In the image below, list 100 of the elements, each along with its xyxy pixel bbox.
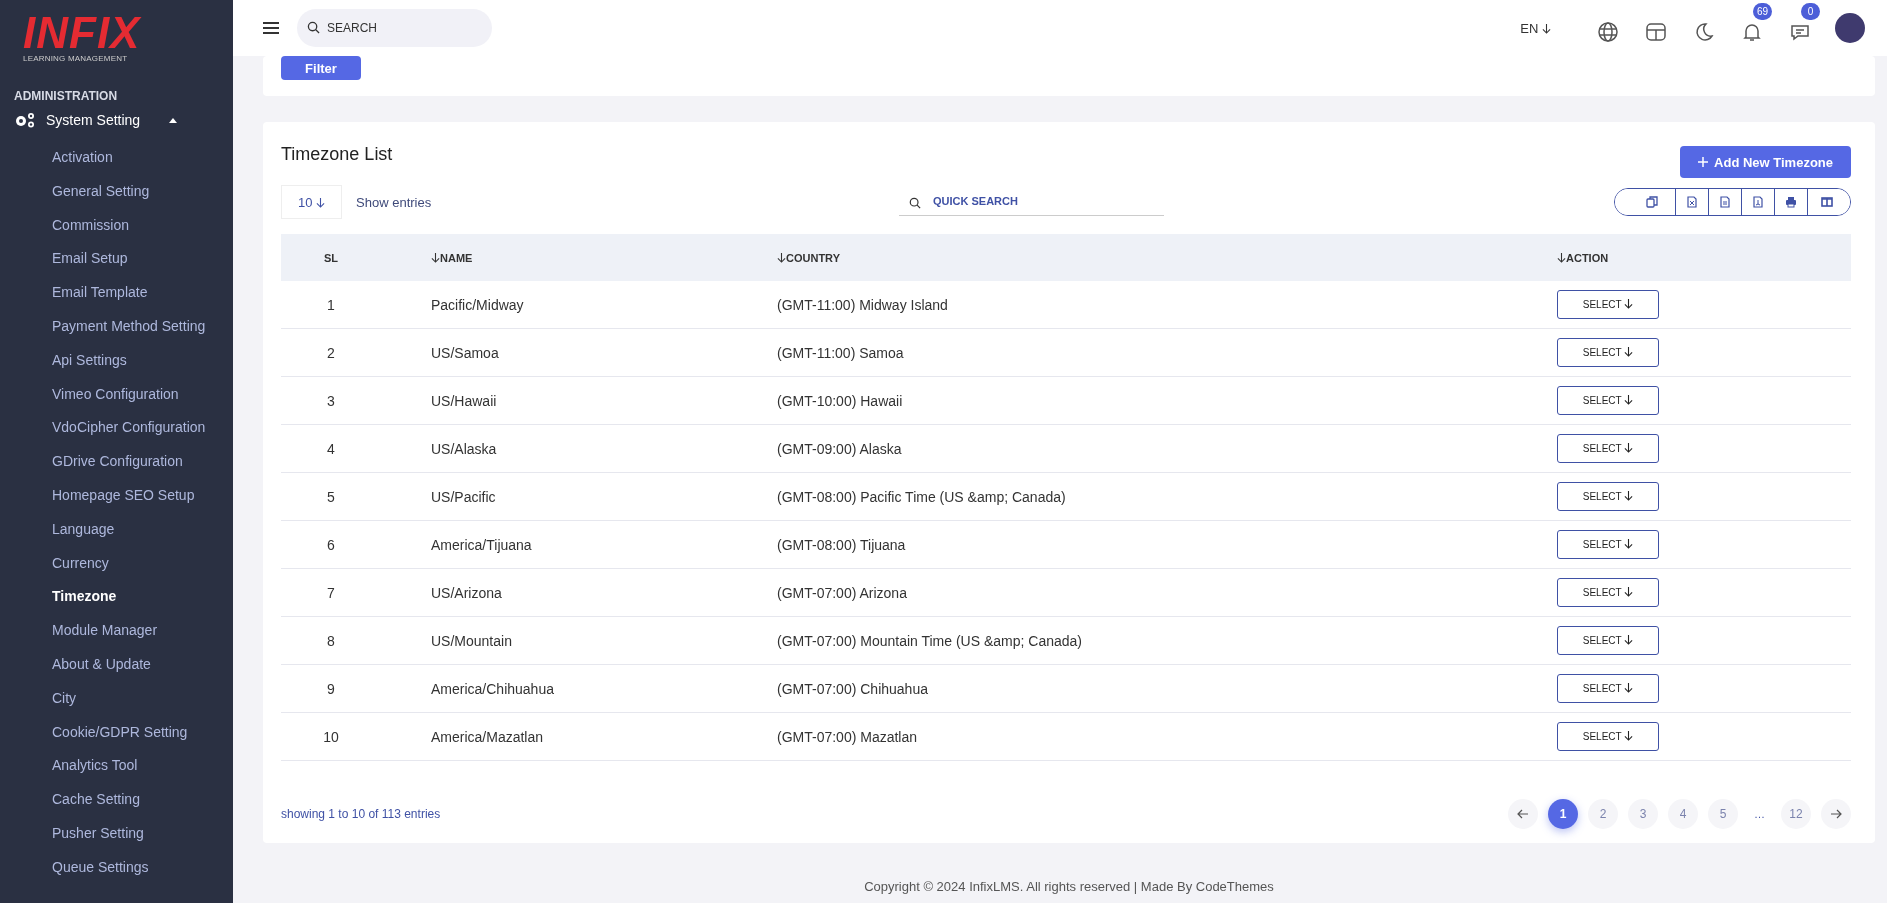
table-cell: (GMT-07:00) Mazatlan [776,712,1556,761]
columns-export-button[interactable] [1807,189,1850,215]
language-selector[interactable]: EN [1514,19,1557,37]
page-button[interactable]: 4 [1668,799,1698,829]
sidebar-item[interactable]: Timezone [0,580,233,615]
globe-button[interactable] [1597,21,1619,43]
column-header[interactable]: NAME [381,234,776,281]
select-dropdown[interactable]: SELECT [1557,578,1659,607]
select-dropdown[interactable]: SELECT [1557,626,1659,655]
file-icon [1719,196,1731,208]
select-dropdown[interactable]: SELECT [1557,290,1659,319]
table-cell: 5 [281,472,381,521]
select-dropdown[interactable]: SELECT [1557,434,1659,463]
select-dropdown[interactable]: SELECT [1557,338,1659,367]
table-cell: America/Chihuahua [381,664,776,713]
sidebar-item[interactable]: Analytics Tool [0,749,233,784]
search-field[interactable]: SEARCH [297,9,492,47]
count-badge: 0 [1801,3,1820,20]
select-dropdown[interactable]: SELECT [1557,482,1659,511]
arrow-down-icon [1542,23,1551,34]
bell-icon [1741,21,1763,43]
arrow-down-icon [1624,347,1634,357]
search-icon [307,21,320,34]
column-header[interactable]: COUNTRY [776,234,1556,281]
table-cell: US/Pacific [381,472,776,521]
sidebar-item[interactable]: VdoCipher Configuration [0,411,233,446]
table-cell: Pacific/Midway [381,281,776,329]
sidebar-item[interactable]: City [0,681,233,716]
moon-button[interactable] [1693,21,1715,43]
arrow-down-icon [1624,299,1634,309]
count-badge: 69 [1753,3,1772,20]
select-dropdown[interactable]: SELECT [1557,722,1659,751]
sidebar-item[interactable]: GDrive Configuration [0,445,233,479]
menu-icon[interactable] [263,22,279,34]
column-header[interactable]: ACTION [1556,234,1851,281]
table-cell: (GMT-10:00) Hawaii [776,376,1556,425]
arrow-down-icon [1624,443,1634,453]
select-dropdown[interactable]: SELECT [1557,530,1659,559]
pagination-ellipsis: … [1753,808,1766,820]
sidebar-item[interactable]: Module Manager [0,614,233,648]
sidebar-item[interactable]: Cache Setting [0,783,233,817]
page-button[interactable]: 3 [1628,799,1658,829]
table-cell: 3 [281,376,381,425]
table-cell: US/Samoa [381,328,776,377]
sidebar-item[interactable]: Homepage SEO Setup [0,478,233,513]
table-cell: 2 [281,328,381,377]
sidebar-item[interactable]: Payment Method Setting [0,310,233,344]
sidebar-item[interactable]: Commission [0,208,233,243]
filter-button[interactable]: Filter [281,56,361,80]
sidebar-item[interactable]: Email Setup [0,242,233,277]
copy-icon [1646,196,1658,208]
logo-subtitle: LEARNING MANAGEMENT [23,54,129,63]
sidebar-item[interactable]: Cookie/GDPR Setting [0,715,233,750]
quick-search-field[interactable]: QUICK SEARCH [899,188,1164,216]
sidebar-item[interactable]: Email Template [0,276,233,310]
sidebar-item[interactable]: Vimeo Configuration [0,377,233,412]
avatar[interactable] [1835,13,1865,43]
footer-text: Copyright © 2024 InfixLMS. All rights reserved | Made By CodeThemes [864,879,1274,894]
select-dropdown[interactable]: SELECT [1557,386,1659,415]
section-heading: ADMINISTRATION [14,89,118,103]
bell-button[interactable] [1741,21,1763,43]
sidebar-item[interactable]: Language [0,512,233,547]
search-icon [909,196,921,209]
sidebar-item[interactable]: Currency [0,546,233,581]
sidebar-item[interactable]: Pusher Setting [0,816,233,851]
table-cell: 7 [281,568,381,617]
column-header[interactable]: SL [281,234,381,281]
arrow-down-icon [1624,491,1634,501]
columns-icon [1821,196,1833,208]
table-cell: US/Alaska [381,424,776,473]
table-cell: 4 [281,424,381,473]
page-size-select[interactable]: 10 [281,185,343,219]
globe-icon [1597,21,1619,43]
table-cell: (GMT-09:00) Alaska [776,424,1556,473]
arrow-down-icon [1624,731,1634,741]
add-button[interactable]: Add New Timezone [1680,146,1851,178]
layout-icon [1645,21,1667,43]
print-icon [1785,196,1797,208]
sidebar-item[interactable]: About & Update [0,647,233,682]
table-cell: US/Mountain [381,616,776,665]
select-dropdown[interactable]: SELECT [1557,674,1659,703]
sidebar-item[interactable]: Activation [0,141,233,175]
sidebar-group[interactable]: System Setting [0,103,233,137]
file-icon [1686,196,1698,208]
sidebar-item[interactable]: General Setting [0,174,233,209]
table-cell: America/Tijuana [381,520,776,569]
table-cell: (GMT-11:00) Midway Island [776,281,1556,329]
sort-arrow-icon [431,252,440,263]
arrow-down-icon [1624,395,1634,405]
table-cell: US/Hawaii [381,376,776,425]
table-cell: (GMT-11:00) Samoa [776,328,1556,377]
sidebar-item[interactable]: Api Settings [0,343,233,378]
sidebar-item[interactable]: Queue Settings [0,850,233,885]
moon-icon [1693,21,1715,43]
arrow-left-icon [1517,809,1529,819]
table-cell: 8 [281,616,381,665]
page-button[interactable]: 1 [1548,799,1578,829]
layout-button[interactable] [1645,21,1667,43]
plus-icon [1698,157,1709,167]
sort-arrow-icon [777,252,786,263]
